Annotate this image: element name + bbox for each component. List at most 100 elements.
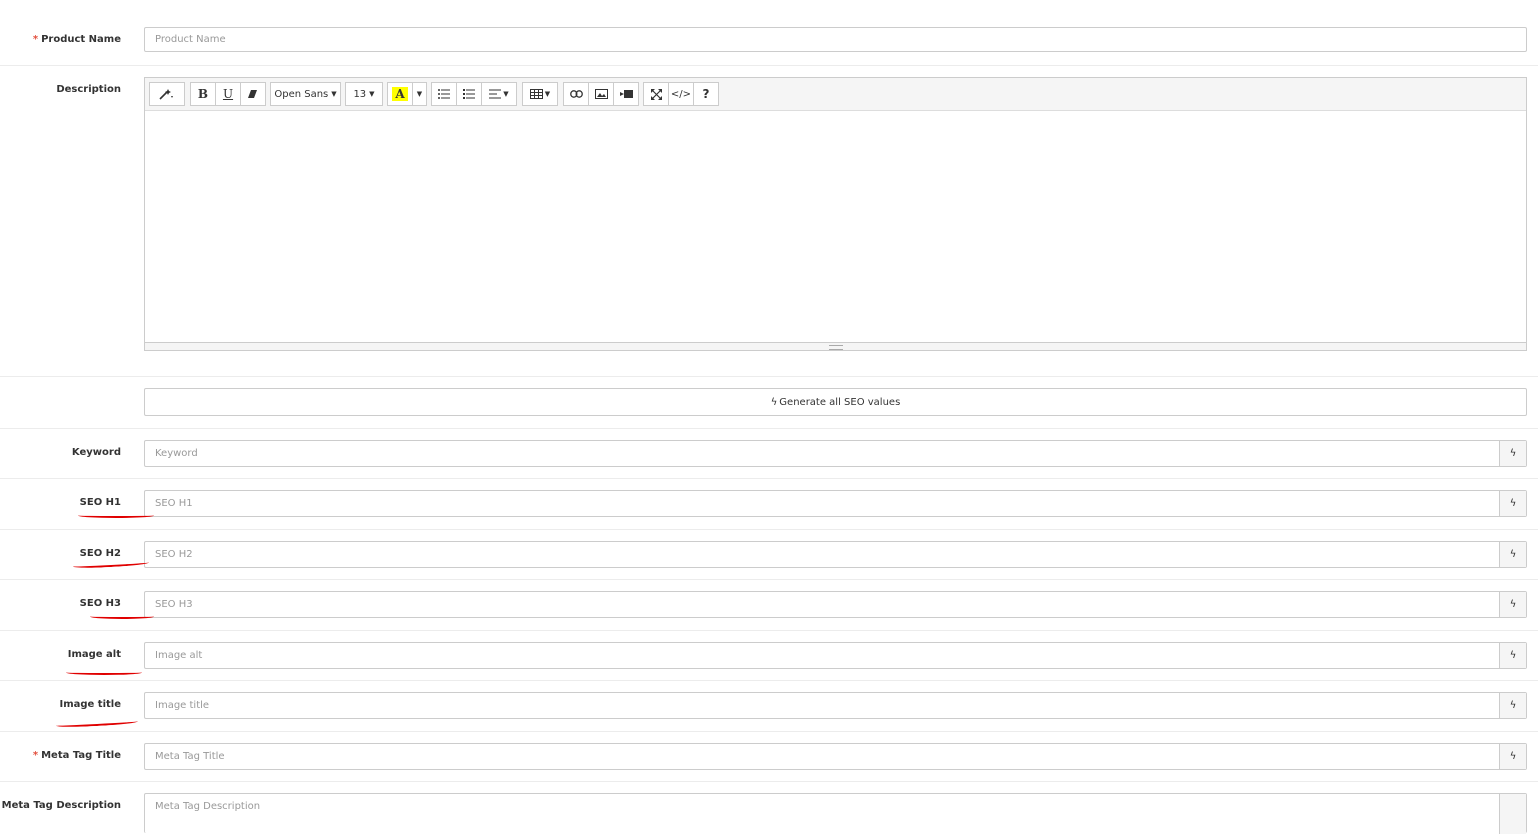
image-title-placeholder: Image title [155,700,210,711]
bolt-icon: ϟ [1509,448,1517,459]
image-alt-placeholder: Image alt [155,650,203,661]
annotation-underline [66,670,142,675]
align-dropdown[interactable]: ▼ [481,82,517,106]
fullscreen-icon [650,88,662,100]
keyword-placeholder: Keyword [155,448,198,459]
seo-h3-row: SEO H3 SEO H3 ϟ [0,580,1538,631]
font-family-value: Open Sans [274,88,329,100]
seo-h2-placeholder: SEO H2 [155,549,193,560]
meta-title-label: * Meta Tag Title [32,750,121,761]
bolt-icon: ϟ [770,396,778,408]
bolt-icon: ϟ [1509,549,1517,560]
editor-toolbar: B U Open Sans ▼ 13 ▼ A ▼ ▼ ▼ </> ? [145,78,1526,111]
seo-h2-input[interactable]: SEO H2 ϟ [144,541,1527,568]
meta-description-row: Meta Tag Description Meta Tag Descriptio… [0,782,1538,834]
editor-content-area[interactable] [145,111,1526,343]
generate-all-seo-label: Generate all SEO values [779,396,901,408]
font-family-dropdown[interactable]: Open Sans ▼ [270,82,341,106]
image-button[interactable] [588,82,614,106]
resize-grip-icon [828,345,843,350]
ordered-list-button[interactable] [456,82,482,106]
meta-description-label: Meta Tag Description [1,800,121,811]
required-mark: * [32,34,39,45]
highlight-color-button[interactable]: A [387,82,413,106]
chevron-down-icon: ▼ [544,90,551,98]
seo-h1-input[interactable]: SEO H1 ϟ [144,490,1527,517]
code-view-button[interactable]: </> [668,82,694,106]
highlight-letter: A [392,87,408,101]
bolt-icon: ϟ [1509,498,1517,509]
video-button[interactable] [613,82,639,106]
chevron-down-icon: ▼ [503,90,509,98]
eraser-button[interactable] [240,82,266,106]
highlight-color-dropdown[interactable]: ▼ [412,82,427,106]
table-icon [529,89,543,99]
font-size-value: 13 [353,88,367,100]
description-editor[interactable]: B U Open Sans ▼ 13 ▼ A ▼ ▼ ▼ </> ? [144,77,1527,351]
unordered-list-icon [438,89,450,99]
annotation-underline [90,614,154,619]
image-alt-row: Image alt Image alt ϟ [0,631,1538,681]
align-icon [489,89,502,99]
product-name-row: * Product Name Product Name [0,0,1538,66]
generate-seo-h3-button[interactable]: ϟ [1499,592,1526,617]
generate-image-alt-button[interactable]: ϟ [1499,643,1526,668]
seo-h1-label: SEO H1 [79,497,121,508]
generate-seo-h1-button[interactable]: ϟ [1499,491,1526,516]
meta-title-row: * Meta Tag Title Meta Tag Title ϟ [0,732,1538,782]
keyword-input[interactable]: Keyword ϟ [144,440,1527,467]
generate-meta-description-button[interactable] [1499,794,1526,834]
underline-button[interactable]: U [215,82,241,106]
seo-h1-placeholder: SEO H1 [155,498,193,509]
product-name-placeholder: Product Name [155,34,226,45]
bolt-icon: ϟ [1509,599,1517,610]
image-alt-input[interactable]: Image alt ϟ [144,642,1527,669]
ordered-list-icon [463,89,475,99]
magic-wand-icon [159,89,173,100]
unordered-list-button[interactable] [431,82,457,106]
bold-button[interactable]: B [190,82,216,106]
meta-description-textarea[interactable]: Meta Tag Description [144,793,1527,834]
seo-h1-row: SEO H1 SEO H1 ϟ [0,479,1538,530]
product-name-input[interactable]: Product Name [144,27,1527,52]
bolt-icon: ϟ [1509,700,1517,711]
product-name-label: * Product Name [32,34,121,45]
generate-all-seo-button[interactable]: ϟ Generate all SEO values [144,388,1527,416]
image-alt-label: Image alt [67,649,121,660]
fullscreen-button[interactable] [643,82,669,106]
image-icon [594,89,608,99]
help-button[interactable]: ? [693,82,719,106]
magic-wand-button[interactable] [149,82,185,106]
editor-resize-bar[interactable] [145,342,1526,350]
generate-seo-h2-button[interactable]: ϟ [1499,542,1526,567]
keyword-label: Keyword [71,447,121,458]
meta-description-placeholder: Meta Tag Description [155,801,261,812]
link-button[interactable] [563,82,589,106]
seo-h3-label: SEO H3 [79,598,121,609]
meta-title-placeholder: Meta Tag Title [155,751,225,762]
required-mark: * [32,750,39,761]
annotation-underline [55,718,139,729]
table-dropdown[interactable]: ▼ [522,82,558,106]
chevron-down-icon: ▼ [331,90,337,98]
chevron-down-icon: ▼ [369,90,375,98]
video-icon [619,90,633,98]
seo-h2-row: SEO H2 SEO H2 ϟ [0,530,1538,580]
keyword-row: Keyword Keyword ϟ [0,429,1538,479]
chevron-down-icon: ▼ [416,90,423,98]
font-size-dropdown[interactable]: 13 ▼ [345,82,383,106]
eraser-icon [248,90,257,98]
image-title-label: Image title [59,699,121,710]
image-title-input[interactable]: Image title ϟ [144,692,1527,719]
seo-h2-label: SEO H2 [79,548,121,559]
generate-image-title-button[interactable]: ϟ [1499,693,1526,718]
annotation-underline [78,513,154,518]
description-label: Description [56,84,121,95]
seo-h3-input[interactable]: SEO H3 ϟ [144,591,1527,618]
generate-meta-title-button[interactable]: ϟ [1499,744,1526,769]
link-icon [569,90,583,98]
image-title-row: Image title Image title ϟ [0,681,1538,732]
meta-title-input[interactable]: Meta Tag Title ϟ [144,743,1527,770]
generate-keyword-button[interactable]: ϟ [1499,441,1526,466]
seo-h3-placeholder: SEO H3 [155,599,193,610]
